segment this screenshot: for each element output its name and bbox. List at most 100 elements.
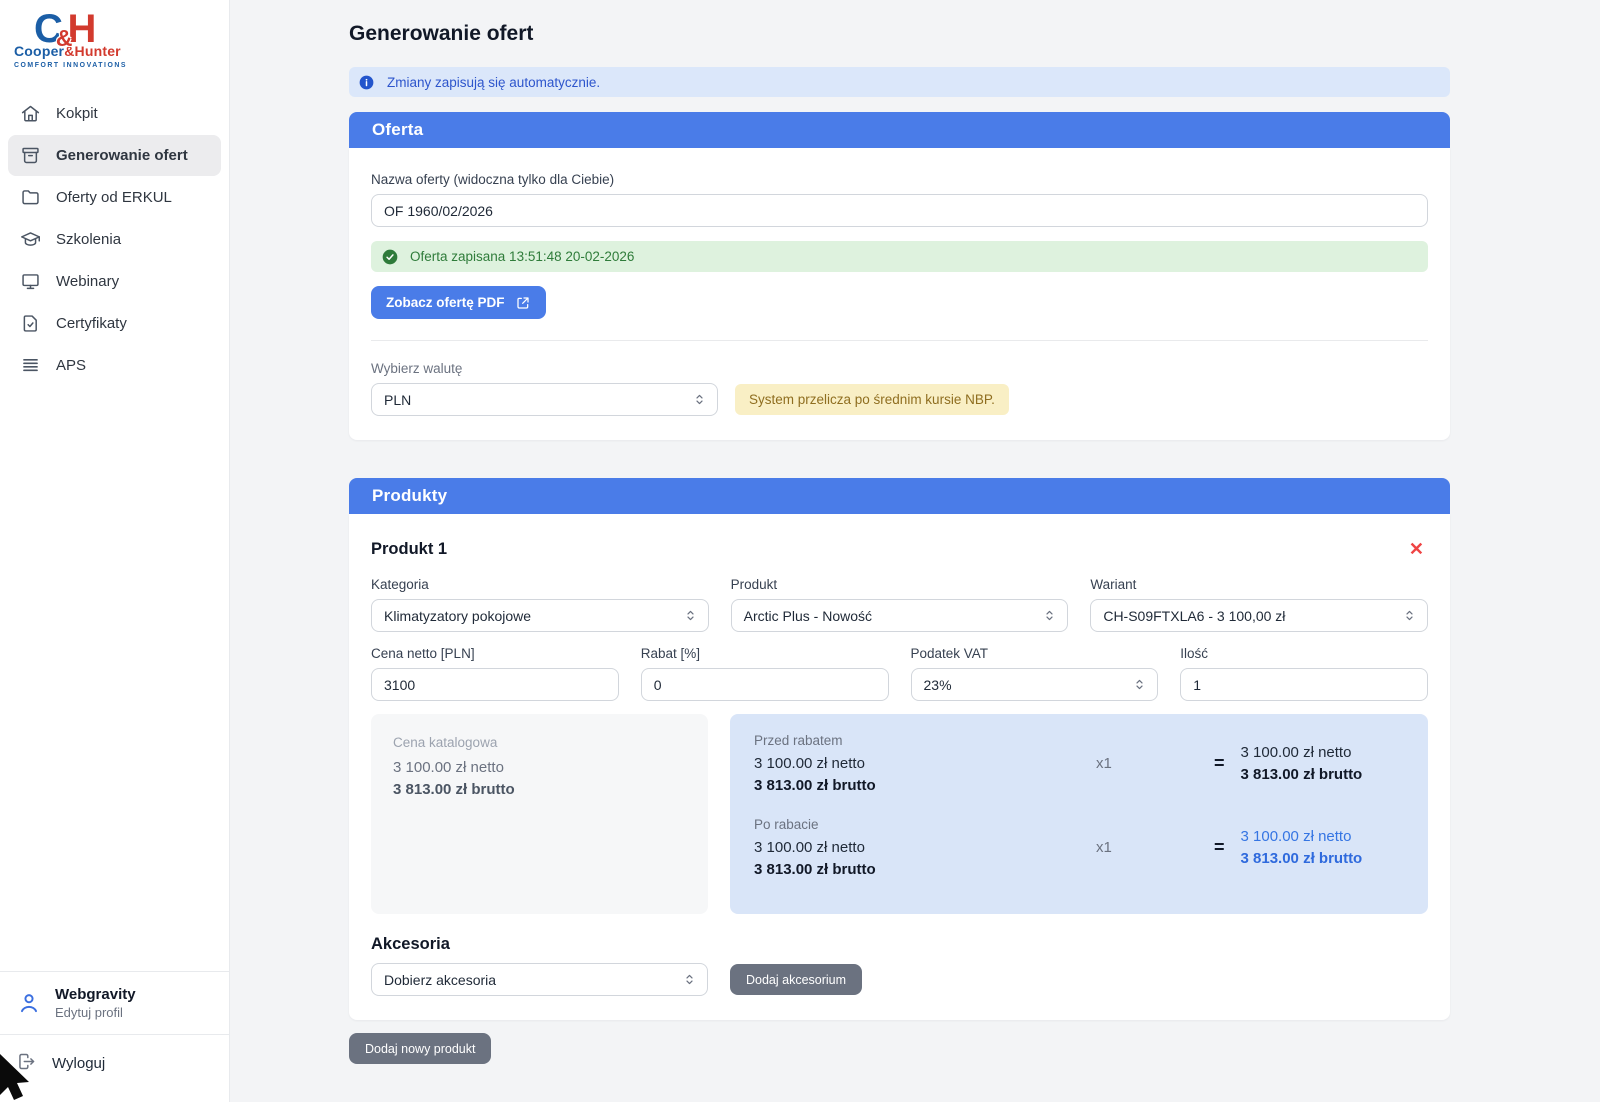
chevron-updown-icon xyxy=(1132,677,1147,692)
autosave-text: Zmiany zapisują się automatycznie. xyxy=(387,75,600,90)
user-block: Webgravity Edytuj profil xyxy=(55,986,136,1020)
product-field: Produkt Arctic Plus - Nowość xyxy=(731,577,1069,632)
after-discount-block: Po rabacie 3 100.00 zł netto 3 813.00 zł… xyxy=(754,817,1074,878)
before-discount-block: Przed rabatem 3 100.00 zł netto 3 813.00… xyxy=(754,733,1074,794)
chevron-updown-icon xyxy=(682,972,697,987)
app-root: C & H Cooper&Hunter COMFORT INNOVATIONS … xyxy=(0,0,1600,1102)
offer-saved-banner: Oferta zapisana 13:51:48 20-02-2026 xyxy=(371,241,1428,272)
profile-button[interactable]: Webgravity Edytuj profil xyxy=(0,971,229,1034)
after-discount-netto: 3 100.00 zł netto xyxy=(754,839,1074,856)
currency-value: PLN xyxy=(384,392,411,408)
monitor-icon xyxy=(20,271,41,292)
quantity-input[interactable] xyxy=(1180,668,1428,701)
before-total-block: 3 100.00 zł netto 3 813.00 zł brutto xyxy=(1241,744,1363,783)
after-total-brutto: 3 813.00 zł brutto xyxy=(1241,850,1363,867)
logo-wordmark: Cooper&Hunter xyxy=(14,43,229,59)
sidebar-item-label: Szkolenia xyxy=(56,231,121,248)
product-price-row: Cena netto [PLN] Rabat [%] Podatek VAT 2… xyxy=(371,646,1428,701)
logo-ampersand: & xyxy=(56,29,73,49)
info-icon xyxy=(359,75,374,90)
vat-label: Podatek VAT xyxy=(911,646,1159,661)
product-value: Arctic Plus - Nowość xyxy=(744,608,872,624)
before-discount-label: Przed rabatem xyxy=(754,733,1074,748)
variant-select[interactable]: CH-S09FTXLA6 - 3 100,00 zł xyxy=(1090,599,1428,632)
product-header-row: Produkt 1 ✕ xyxy=(371,538,1428,560)
sidebar-item-aps[interactable]: APS xyxy=(8,345,221,386)
variant-value: CH-S09FTXLA6 - 3 100,00 zł xyxy=(1103,608,1285,624)
chevron-updown-icon xyxy=(1042,608,1057,623)
external-link-icon xyxy=(515,295,531,311)
after-total-block: 3 100.00 zł netto 3 813.00 zł brutto xyxy=(1241,828,1363,867)
sidebar-item-oferty-od-erkul[interactable]: Oferty od ERKUL xyxy=(8,177,221,218)
after-total-group: = 3 100.00 zł netto 3 813.00 zł brutto xyxy=(1214,828,1404,867)
discount-field: Rabat [%] xyxy=(641,646,889,701)
sidebar-item-certyfikaty[interactable]: Certyfikaty xyxy=(8,303,221,344)
chevron-updown-icon xyxy=(1402,608,1417,623)
product-select[interactable]: Arctic Plus - Nowość xyxy=(731,599,1069,632)
product-card: Produkt 1 ✕ Kategoria Klimatyzatory poko… xyxy=(349,514,1450,1020)
nbp-rate-note: System przelicza po średnim kursie NBP. xyxy=(735,384,1009,415)
net-price-input[interactable] xyxy=(371,668,619,701)
offer-name-label: Nazwa oferty (widoczna tylko dla Ciebie) xyxy=(371,172,1428,187)
sidebar-item-webinary[interactable]: Webinary xyxy=(8,261,221,302)
catalog-netto: 3 100.00 zł netto xyxy=(393,759,686,776)
vat-value: 23% xyxy=(924,677,952,693)
accessories-select[interactable]: Dobierz akcesoria xyxy=(371,963,708,996)
calculation-panel: Przed rabatem 3 100.00 zł netto 3 813.00… xyxy=(730,714,1428,914)
add-product-button[interactable]: Dodaj nowy produkt xyxy=(349,1033,491,1064)
after-discount-label: Po rabacie xyxy=(754,817,1074,832)
document-check-icon xyxy=(20,313,41,334)
before-total-brutto: 3 813.00 zł brutto xyxy=(1241,766,1363,783)
vat-field: Podatek VAT 23% xyxy=(911,646,1159,701)
cooper-hunter-logo: C & H Cooper&Hunter COMFORT INNOVATIONS xyxy=(0,0,229,85)
sidebar-nav: Kokpit Generowanie ofert Oferty od ERKUL… xyxy=(0,85,229,387)
before-total-group: = 3 100.00 zł netto 3 813.00 zł brutto xyxy=(1214,744,1404,783)
sidebar-item-label: Generowanie ofert xyxy=(56,147,188,164)
after-discount-brutto: 3 813.00 zł brutto xyxy=(754,861,1074,878)
currency-label: Wybierz walutę xyxy=(371,361,1428,376)
logo-tagline: COMFORT INNOVATIONS xyxy=(14,62,229,69)
currency-select[interactable]: PLN xyxy=(371,383,718,416)
quantity-field: Ilość xyxy=(1180,646,1428,701)
logout-button[interactable]: Wyloguj xyxy=(0,1034,229,1102)
product-title: Produkt 1 xyxy=(371,540,447,559)
main-area: Generowanie ofert Zmiany zapisują się au… xyxy=(230,0,1600,1102)
accessories-value: Dobierz akcesoria xyxy=(384,972,496,988)
edit-profile-link[interactable]: Edytuj profil xyxy=(55,1005,136,1020)
autosave-banner: Zmiany zapisują się automatycznie. xyxy=(349,67,1450,97)
before-discount-brutto: 3 813.00 zł brutto xyxy=(754,777,1074,794)
equals-sign: = xyxy=(1214,753,1225,774)
category-label: Kategoria xyxy=(371,577,709,592)
discount-input[interactable] xyxy=(641,668,889,701)
view-pdf-button[interactable]: Zobacz ofertę PDF xyxy=(371,286,546,319)
view-pdf-label: Zobacz ofertę PDF xyxy=(386,295,505,310)
equals-sign: = xyxy=(1214,837,1225,858)
before-multiplier: x1 xyxy=(1074,755,1214,772)
products-section-header: Produkty xyxy=(349,478,1450,514)
offer-name-input[interactable] xyxy=(371,194,1428,227)
sidebar-item-generowanie-ofert[interactable]: Generowanie ofert xyxy=(8,135,221,176)
catalog-brutto: 3 813.00 zł brutto xyxy=(393,781,686,798)
sidebar-item-label: Oferty od ERKUL xyxy=(56,189,172,206)
content-column: Generowanie ofert Zmiany zapisują się au… xyxy=(349,22,1450,1064)
product-select-row: Kategoria Klimatyzatory pokojowe Produkt… xyxy=(371,577,1428,632)
add-accessory-button[interactable]: Dodaj akcesorium xyxy=(730,964,862,995)
accessories-row: Dobierz akcesoria Dodaj akcesorium xyxy=(371,963,1428,996)
chevron-updown-icon xyxy=(683,608,698,623)
pricing-panels: Cena katalogowa 3 100.00 zł netto 3 813.… xyxy=(371,714,1428,914)
divider xyxy=(371,340,1428,341)
vat-select[interactable]: 23% xyxy=(911,668,1159,701)
remove-product-icon[interactable]: ✕ xyxy=(1405,538,1428,560)
net-price-label: Cena netto [PLN] xyxy=(371,646,619,661)
user-icon xyxy=(16,990,42,1016)
category-select[interactable]: Klimatyzatory pokojowe xyxy=(371,599,709,632)
variant-field: Wariant CH-S09FTXLA6 - 3 100,00 zł xyxy=(1090,577,1428,632)
catalog-price-panel: Cena katalogowa 3 100.00 zł netto 3 813.… xyxy=(371,714,708,914)
sidebar-item-szkolenia[interactable]: Szkolenia xyxy=(8,219,221,260)
user-name: Webgravity xyxy=(55,986,136,1003)
after-total-netto: 3 100.00 zł netto xyxy=(1241,828,1363,845)
catalog-price-label: Cena katalogowa xyxy=(393,735,686,750)
sidebar-item-label: APS xyxy=(56,357,86,374)
calc-row-before-discount: Przed rabatem 3 100.00 zł netto 3 813.00… xyxy=(754,733,1404,794)
sidebar-item-kokpit[interactable]: Kokpit xyxy=(8,93,221,134)
